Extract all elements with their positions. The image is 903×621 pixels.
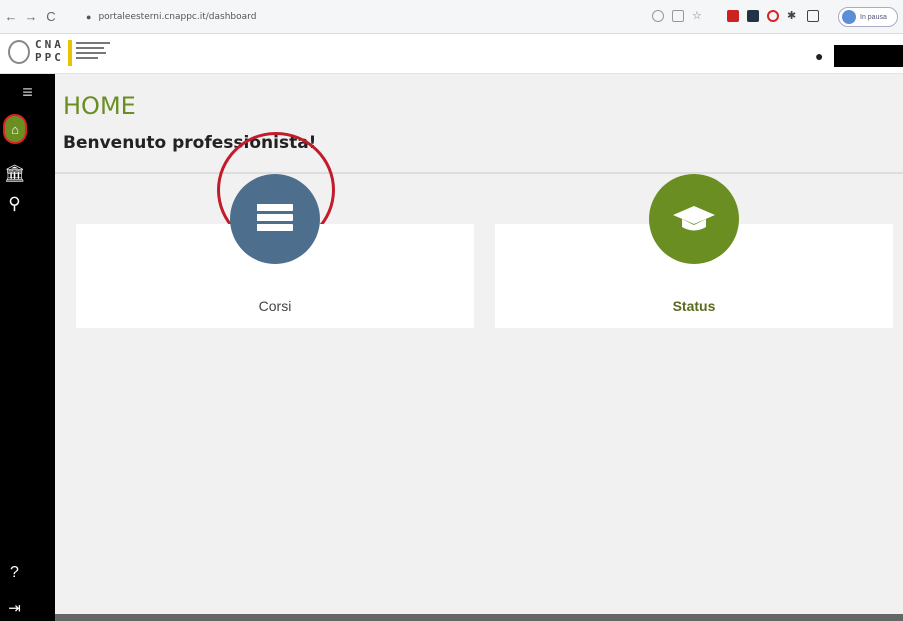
corsi-label: Corsi	[258, 298, 292, 314]
forward-button[interactable]: →	[24, 9, 38, 25]
google-icon[interactable]	[652, 10, 664, 22]
cnappc-logo[interactable]: CNA PPC	[35, 38, 64, 64]
corsi-card[interactable]: Corsi	[76, 174, 474, 328]
status-icon-circle	[649, 174, 739, 264]
menu-icon[interactable]: ≡	[0, 82, 55, 103]
graduation-cap-icon	[672, 204, 716, 234]
share-icon[interactable]	[672, 10, 684, 22]
browser-toolbar: ← → C ● portaleesterni.cnappc.it/dashboa…	[0, 0, 903, 34]
url-text: portaleesterni.cnappc.it/dashboard	[98, 12, 257, 22]
footer-bar	[55, 614, 903, 621]
main-content: HOME Benvenuto professionista! Corsi Sta…	[55, 74, 903, 621]
reload-button[interactable]: C	[44, 9, 58, 25]
logo-tagline	[76, 42, 116, 62]
bank-icon[interactable]: 🏛	[0, 164, 42, 184]
logo-bottom-letters: PPC	[35, 51, 64, 64]
emblem-logo	[8, 40, 30, 64]
list-icon	[257, 204, 293, 234]
corsi-icon-circle	[230, 174, 320, 264]
user-icon[interactable]: ●	[815, 48, 823, 64]
logo-top-letters: CNA	[35, 38, 64, 51]
back-button[interactable]: ←	[4, 9, 18, 25]
lock-icon: ●	[86, 12, 92, 22]
award-icon[interactable]: ⚲	[0, 194, 42, 214]
opera-icon[interactable]	[767, 10, 779, 22]
address-bar[interactable]: ● portaleesterni.cnappc.it/dashboard	[78, 7, 638, 27]
logo-accent-bar	[68, 40, 72, 66]
redacted-username	[834, 45, 903, 67]
profile-status: In pausa	[860, 13, 887, 21]
extension-pdf-icon[interactable]	[727, 10, 739, 22]
page-title: HOME	[63, 92, 136, 120]
divider	[55, 172, 903, 174]
home-icon: ⌂	[11, 121, 19, 137]
star-icon[interactable]: ☆	[692, 10, 704, 22]
puzzle-icon[interactable]: ✱	[787, 10, 799, 22]
sidebar: ≡ ⌂ 🏛 ⚲ ? ⇥	[0, 74, 55, 621]
help-icon[interactable]: ?	[0, 564, 42, 582]
avatar	[842, 10, 856, 24]
profile-button[interactable]: In pausa	[838, 7, 898, 27]
status-label: Status	[672, 298, 716, 314]
sidebar-item-home[interactable]: ⌂	[3, 114, 27, 144]
app-header: CNA PPC ●	[0, 34, 903, 74]
extension-icon[interactable]	[747, 10, 759, 22]
logout-icon[interactable]: ⇥	[0, 599, 42, 617]
status-card[interactable]: Status	[495, 174, 893, 328]
sidepanel-icon[interactable]	[807, 10, 819, 22]
